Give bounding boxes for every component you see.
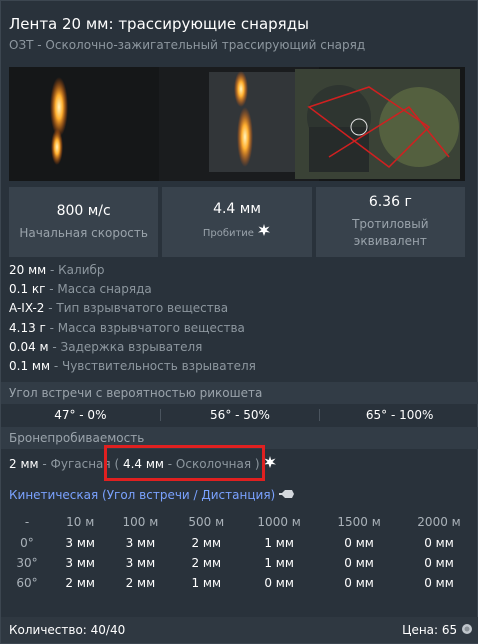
stat-tnt-equivalent: 6.36 г Тротиловый эквивалент [315,187,465,257]
angle-cell: 30° [16,556,38,570]
ricochet-values: 47° - 0% 56° - 50% 65° - 100% [1,406,478,424]
angle-cell: 0° [20,536,34,550]
column-header: 1000 м [257,515,301,529]
table-cell: 0 мм [424,576,454,590]
ammo-tooltip-panel: Лента 20 мм: трассирующие снаряды ОЗТ - … [0,0,478,644]
table-cell: 3 мм [65,536,95,550]
table-cell: 3 мм [65,556,95,570]
silver-lions-icon [461,623,473,638]
table-cell: 3 мм [125,556,156,570]
property-row: 0.04 м - Задержка взрывателя [9,338,256,357]
penetration-label-row: Пробитие [203,223,271,243]
table-cell: 3 мм [125,536,156,550]
table-row: 60° 2 мм 2 мм 1 мм 0 мм 0 мм 0 мм [1,573,478,593]
explosion-icon [257,223,271,243]
property-value: 0.1 кг [9,282,46,297]
table-row: 30° 3 мм 3 мм 2 мм 1 мм 0 мм 0 мм [1,553,478,573]
explosion-icon [263,455,277,475]
he-penetration-value: 2 мм [9,457,39,471]
table-cell: 2 мм [125,576,156,590]
table-cell: 0 мм [424,556,454,570]
table-cell: 0 мм [344,556,374,570]
table-cell: 0 мм [344,576,374,590]
shell-hit-preview-image [9,67,465,181]
table-cell: 1 мм [264,536,294,550]
property-desc: - Масса взрывчатого вещества [45,320,245,335]
property-row: A-IX-2 - Тип взрывчатого вещества [9,299,256,318]
column-header: 500 м [188,515,225,529]
ricochet-value: 65° - 100% [365,408,434,422]
main-stats: 800 м/с Начальная скорость 4.4 мм Пробит… [9,187,465,257]
property-row: 0.1 кг - Масса снаряда [9,280,256,299]
column-header: 2000 м [417,515,461,529]
kinetic-penetration-label: Кинетическая (Угол встречи / Дистанция) [9,488,276,502]
property-value: 4.13 г [9,320,46,335]
property-desc: - Тип взрывчатого вещества [44,301,229,316]
ammo-subtitle: ОЗТ - Осколочно-зажигательный трассирующ… [9,38,366,52]
angle-cell: 60° [16,576,38,590]
ricochet-section-header: Угол встречи с вероятностью рикошета [1,382,478,404]
kinetic-penetration-table: - 10 м 100 м 500 м 1000 м 1500 м 2000 м … [1,511,478,593]
ammo-properties-list: 20 мм - Калибр 0.1 кг - Масса снаряда A-… [9,261,256,376]
column-header: 10 м [66,515,95,529]
table-cell: 0 мм [264,576,294,590]
column-header: - [24,515,30,529]
ammo-quantity: Количество: 40/40 [9,623,126,637]
table-row: 0° 3 мм 3 мм 2 мм 1 мм 0 мм 0 мм [1,533,478,553]
table-cell: 2 мм [65,576,95,590]
table-cell: 0 мм [424,536,454,550]
ammo-price: Цена: 65 [402,623,458,637]
muzzle-velocity-label: Начальная скорость [19,225,148,240]
muzzle-velocity-value: 800 м/с [56,202,111,219]
price-row: Цена: 65 [402,623,473,638]
shell-icon [279,488,295,504]
he-penetration-label: - Фугасная [38,457,111,471]
penetration-value: 4.4 мм [213,201,261,217]
tnt-equivalent-label: Тротиловый эквивалент [352,217,429,248]
property-row: 0.1 мм - Чувствительность взрывателя [9,357,256,376]
ricochet-value: 56° - 50% [210,408,270,422]
stat-muzzle-velocity: 800 м/с Начальная скорость [9,187,159,257]
table-cell: 1 мм [264,556,294,570]
penetration-label: Пробитие [202,228,254,239]
property-desc: - Масса снаряда [45,282,152,297]
kinetic-penetration-link[interactable]: Кинетическая (Угол встречи / Дистанция) [9,487,295,504]
table-cell: 2 мм [191,536,222,550]
column-header: 1500 м [337,515,381,529]
stat-penetration: 4.4 мм Пробитие [162,187,312,257]
column-header: 100 м [122,515,159,529]
property-value: 0.1 мм [9,359,51,374]
property-value: 20 мм [9,263,47,277]
ricochet-value: 47° - 0% [54,408,107,422]
property-desc: - Задержка взрывателя [48,339,203,354]
property-value: A-IX-2 [9,301,45,316]
tooltip-footer: Количество: 40/40 Цена: 65 [1,617,478,643]
table-header-row: - 10 м 100 м 500 м 1000 м 1500 м 2000 м [1,511,478,533]
property-row: 4.13 г - Масса взрывчатого вещества [9,319,256,338]
highlight-box [104,445,265,481]
property-desc: - Калибр [46,263,105,277]
property-desc: - Чувствительность взрывателя [50,359,256,374]
table-cell: 0 мм [344,536,374,550]
property-value: 0.04 м [9,339,49,354]
table-cell: 2 мм [191,556,222,570]
property-row: 20 мм - Калибр [9,261,256,280]
ammo-title: Лента 20 мм: трассирующие снаряды [9,15,309,33]
table-cell: 1 мм [191,576,222,590]
tnt-equivalent-value: 6.36 г [368,194,412,210]
